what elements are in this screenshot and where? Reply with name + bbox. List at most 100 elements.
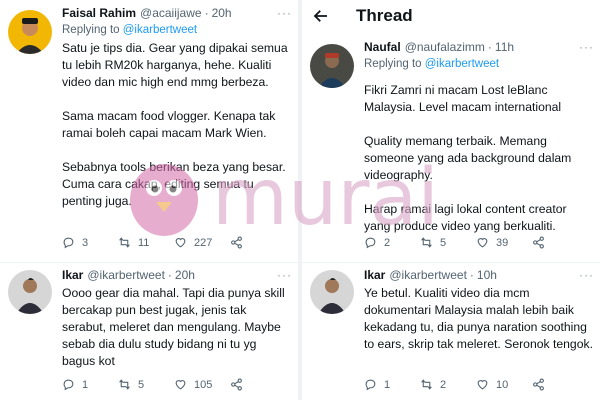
tweet-divider (302, 262, 600, 263)
reply-count: 1 (82, 378, 89, 391)
replying-mention[interactable]: @ikarbertweet (425, 58, 499, 70)
retweet-icon (421, 237, 432, 248)
retweet-button[interactable]: 5 (118, 378, 174, 391)
like-count: 105 (194, 378, 213, 391)
like-button[interactable]: 227 (174, 236, 230, 249)
timestamp[interactable]: 11h (495, 40, 514, 55)
share-icon (231, 378, 242, 391)
retweet-button[interactable]: 5 (420, 236, 476, 249)
heart-icon (175, 380, 186, 390)
tweet-divider (0, 262, 298, 263)
retweet-count: 5 (440, 236, 447, 249)
replying-prefix: Replying to (364, 58, 422, 70)
reply-icon (365, 237, 376, 249)
reply-icon (365, 379, 376, 391)
retweet-count: 11 (138, 236, 150, 249)
share-button[interactable] (532, 378, 588, 391)
like-count: 39 (496, 236, 509, 249)
tweet-header: Faisal Rahim @acaiijawe · 20h (62, 6, 292, 21)
right-panel: Thread Naufal @naufalazimm · 11h ··· Rep… (302, 0, 600, 400)
timestamp[interactable]: 10h (477, 268, 497, 283)
back-arrow-icon[interactable] (312, 7, 330, 25)
tweet-header: Ikar @ikarbertweet · 20h (62, 268, 292, 283)
display-name[interactable]: Ikar (364, 268, 385, 283)
tweet-actions: 2 5 39 (364, 236, 594, 249)
tweet-text: Satu je tips dia. Gear yang dipakai semu… (62, 41, 288, 208)
tweet-text: Ye betul. Kualiti video dia mcm dokument… (364, 286, 593, 351)
reply-button[interactable]: 1 (62, 378, 118, 391)
retweet-count: 5 (138, 378, 145, 391)
tweet-ikar[interactable]: Ikar @ikarbertweet · 20h ··· Oooo gear d… (0, 268, 298, 398)
user-handle[interactable]: @naufalazimm (405, 40, 485, 55)
avatar-image (310, 44, 354, 88)
reply-count: 3 (82, 236, 89, 249)
retweet-icon (421, 379, 432, 390)
retweet-icon (119, 379, 130, 390)
retweet-button[interactable]: 11 (118, 236, 174, 249)
separator-dot: · (167, 268, 172, 282)
left-panel: Faisal Rahim @acaiijawe · 20h ··· Replyi… (0, 0, 298, 400)
timestamp[interactable]: 20h (175, 268, 195, 283)
tweet-header: Naufal @naufalazimm · 11h (364, 40, 594, 55)
tweet-text: Fikri Zamri ni macam Lost leBlanc Malays… (364, 83, 572, 233)
more-options-icon[interactable]: ··· (579, 40, 594, 54)
replying-to: Replying to @ikarbertweet (364, 56, 594, 72)
separator-dot: · (204, 6, 209, 20)
share-icon (231, 236, 242, 249)
replying-to: Replying to @ikarbertweet (62, 22, 292, 38)
reply-icon (63, 237, 74, 249)
display-name[interactable]: Naufal (364, 40, 401, 55)
reply-button[interactable]: 1 (364, 378, 420, 391)
avatar[interactable] (310, 44, 354, 88)
separator-dot: · (469, 268, 474, 282)
avatar[interactable] (8, 10, 52, 54)
like-button[interactable]: 10 (476, 378, 532, 391)
separator-dot: · (487, 40, 492, 54)
thread-header: Thread (302, 0, 600, 32)
replying-prefix: Replying to (62, 24, 120, 36)
retweet-count: 2 (440, 378, 447, 391)
tweet-header: Ikar @ikarbertweet · 10h (364, 268, 594, 283)
avatar-image (8, 10, 52, 54)
tweet-naufal[interactable]: Naufal @naufalazimm · 11h ··· Replying t… (302, 40, 600, 260)
reply-icon (63, 379, 74, 391)
replying-mention[interactable]: @ikarbertweet (123, 24, 197, 36)
tweet-actions: 1 2 10 (364, 378, 594, 391)
like-button[interactable]: 39 (476, 236, 532, 249)
avatar[interactable] (8, 270, 52, 314)
avatar[interactable] (310, 270, 354, 314)
user-handle[interactable]: @acaiijawe (140, 6, 202, 21)
tweet-ikar-reply[interactable]: Ikar @ikarbertweet · 10h ··· Ye betul. K… (302, 268, 600, 398)
like-button[interactable]: 105 (174, 378, 230, 391)
more-options-icon[interactable]: ··· (277, 6, 292, 20)
share-button[interactable] (532, 236, 588, 249)
avatar-image (8, 270, 52, 314)
user-handle[interactable]: @ikarbertweet (389, 268, 467, 283)
like-count: 227 (194, 236, 213, 249)
user-handle[interactable]: @ikarbertweet (87, 268, 165, 283)
tweet-actions: 3 11 227 (62, 236, 292, 249)
share-icon (533, 236, 544, 249)
avatar-image (310, 270, 354, 314)
retweet-button[interactable]: 2 (420, 378, 476, 391)
share-button[interactable] (230, 378, 286, 391)
tweet-faisal[interactable]: Faisal Rahim @acaiijawe · 20h ··· Replyi… (0, 6, 298, 260)
reply-button[interactable]: 2 (364, 236, 420, 249)
page-title: Thread (356, 6, 413, 25)
reply-count: 1 (384, 378, 391, 391)
timestamp[interactable]: 20h (212, 6, 232, 21)
share-button[interactable] (230, 236, 286, 249)
retweet-icon (119, 237, 130, 248)
tweet-text: Oooo gear dia mahal. Tapi dia punya skil… (62, 286, 285, 368)
display-name[interactable]: Ikar (62, 268, 83, 283)
like-count: 10 (496, 378, 509, 391)
heart-icon (175, 238, 186, 248)
more-options-icon[interactable]: ··· (277, 268, 292, 282)
share-icon (533, 378, 544, 391)
heart-icon (477, 380, 488, 390)
display-name[interactable]: Faisal Rahim (62, 6, 136, 21)
more-options-icon[interactable]: ··· (579, 268, 594, 282)
reply-button[interactable]: 3 (62, 236, 118, 249)
heart-icon (477, 238, 488, 248)
reply-count: 2 (384, 236, 391, 249)
